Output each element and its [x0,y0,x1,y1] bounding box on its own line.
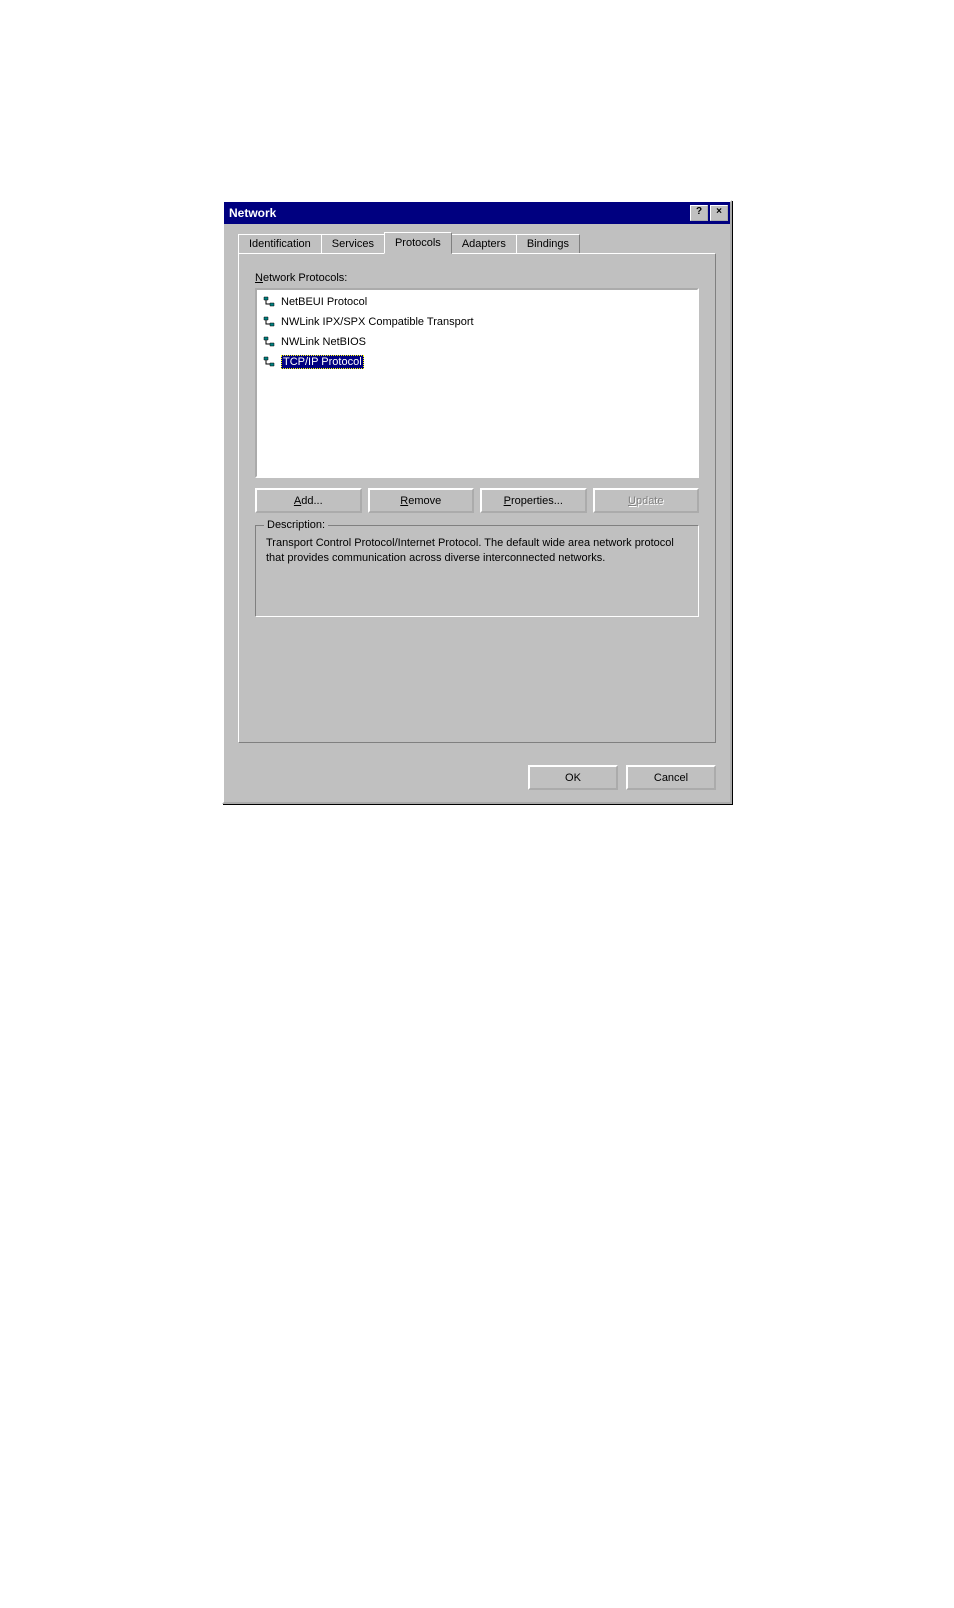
remove-button[interactable]: Remove [368,488,475,513]
tab-protocols[interactable]: Protocols [384,232,452,254]
tab-adapters[interactable]: Adapters [451,234,517,253]
dialog-footer: OK Cancel [224,757,730,802]
list-label-text: etwork Protocols: [263,272,347,284]
list-item[interactable]: NWLink NetBIOS [259,332,695,352]
titlebar-buttons: ? × [688,205,728,221]
list-label: Network Protocols: [255,272,699,284]
add-button[interactable]: Add... [255,488,362,513]
button-row: Add... Remove Properties... Update [255,488,699,513]
tab-bindings[interactable]: Bindings [516,234,580,253]
protocol-icon [261,294,277,310]
ok-button[interactable]: OK [528,765,618,790]
list-item-label: TCP/IP Protocol [281,355,364,369]
list-item[interactable]: NetBEUI Protocol [259,292,695,312]
list-label-accel: N [255,272,263,284]
close-button[interactable]: × [710,205,728,221]
list-item-label: NWLink IPX/SPX Compatible Transport [281,316,474,328]
help-button[interactable]: ? [690,205,708,221]
description-label: Description: [264,519,328,531]
protocol-icon [261,334,277,350]
dialog-body: Identification Services Protocols Adapte… [224,224,730,757]
list-item[interactable]: NWLink IPX/SPX Compatible Transport [259,312,695,332]
tab-identification[interactable]: Identification [238,234,322,253]
properties-button[interactable]: Properties... [480,488,587,513]
protocol-icon [261,354,277,370]
window-title: Network [229,206,276,220]
description-text: Transport Control Protocol/Internet Prot… [266,536,688,606]
tab-services[interactable]: Services [321,234,385,253]
list-item[interactable]: TCP/IP Protocol [259,352,695,372]
protocol-icon [261,314,277,330]
protocols-listbox[interactable]: NetBEUI Protocol NWLink IPX/SPX Compatib… [255,288,699,478]
list-item-label: NWLink NetBIOS [281,336,366,348]
titlebar[interactable]: Network ? × [224,202,730,224]
description-group: Description: Transport Control Protocol/… [255,525,699,617]
tab-strip: Identification Services Protocols Adapte… [238,234,716,253]
tab-panel-protocols: Network Protocols: NetBEUI Protocol NWLi… [238,253,716,743]
update-button: Update [593,488,700,513]
network-dialog: Network ? × Identification Services Prot… [222,200,732,804]
list-item-label: NetBEUI Protocol [281,296,367,308]
cancel-button[interactable]: Cancel [626,765,716,790]
